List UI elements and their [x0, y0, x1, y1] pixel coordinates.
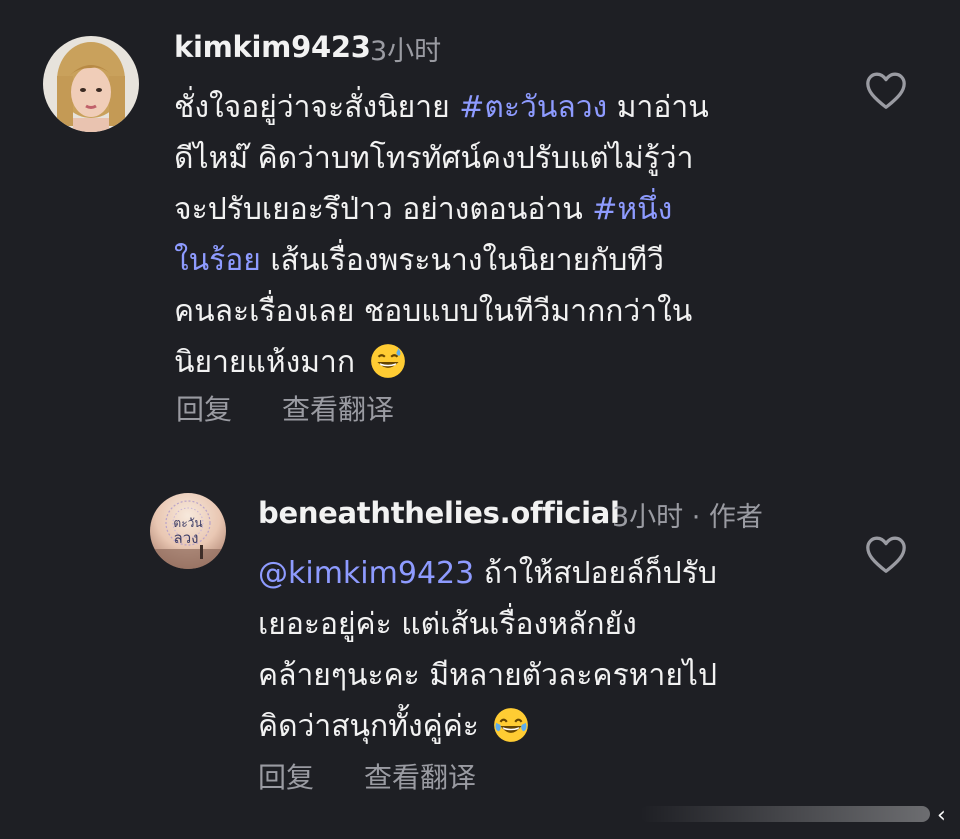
heart-outline-icon[interactable]: [864, 70, 908, 114]
hashtag-link[interactable]: #หนึ่ง: [592, 192, 672, 227]
comment-text-segment: ถ้าให้สปอยล์ก็ปรับ: [474, 556, 717, 591]
comment-line: ดีไหม๊ คิดว่าบทโทรทัศน์คงปรับแต่ไม่รู้ว่…: [174, 133, 709, 184]
comment-timestamp: 3小时 · 作者: [612, 502, 763, 533]
comment-text-segment: นิยายแห้งมาก: [174, 345, 365, 380]
comment-text-segment: คิดว่าสนุกทั้งคู่ค่ะ: [258, 709, 489, 744]
comment-username[interactable]: kimkim9423: [174, 30, 371, 64]
translate-button[interactable]: 查看翻译: [282, 388, 394, 428]
comment-line: นิยายแห้งมาก: [174, 337, 709, 388]
hashtag-link[interactable]: ในร้อย: [174, 243, 261, 278]
comment-line: ในร้อย เส้นเรื่องพระนางในนิยายกับทีวี: [174, 235, 709, 286]
comment-body: @kimkim9423 ถ้าให้สปอยล์ก็ปรับเยอะอยู่ค่…: [258, 548, 717, 752]
comment-username[interactable]: beneaththelies.official: [258, 496, 620, 530]
comment-text-segment: จะปรับเยอะรึป่าว อย่างตอนอ่าน: [174, 192, 593, 227]
mention-link[interactable]: @kimkim9423: [258, 556, 474, 591]
avatar-kimkim9423[interactable]: [43, 36, 139, 132]
sweat-smile-emoji: [369, 342, 407, 380]
heart-outline-icon[interactable]: [864, 534, 908, 578]
comment-line: @kimkim9423 ถ้าให้สปอยล์ก็ปรับ: [258, 548, 717, 599]
hashtag-link[interactable]: #ตะวันลวง: [459, 90, 607, 125]
comment-line: ชั่งใจอยู่ว่าจะสั่งนิยาย #ตะวันลวง มาอ่า…: [174, 82, 709, 133]
svg-text:ลวง: ลวง: [174, 529, 199, 547]
reply-button[interactable]: 回复: [258, 756, 314, 796]
comment-text-segment: มาอ่าน: [607, 90, 709, 125]
comment-text-segment: ชั่งใจอยู่ว่าจะสั่งนิยาย: [174, 90, 460, 125]
comment-text-segment: ดีไหม๊ คิดว่าบทโทรทัศน์คงปรับแต่ไม่รู้ว่…: [174, 141, 694, 176]
watermark-bar: [640, 800, 940, 830]
comment-body: ชั่งใจอยู่ว่าจะสั่งนิยาย #ตะวันลวง มาอ่า…: [174, 82, 709, 388]
comment-text-segment: เยอะอยู่ค่ะ แต่เส้นเรื่องหลักยัง: [258, 607, 637, 642]
comment-line: จะปรับเยอะรึป่าว อย่างตอนอ่าน #หนึ่ง: [174, 184, 709, 235]
reply-button[interactable]: 回复: [176, 388, 232, 428]
avatar-beneaththelies-official[interactable]: ตะวัน ลวง: [150, 493, 226, 569]
comment-text-segment: คล้ายๆนะคะ มีหลายตัวละครหายไป: [258, 658, 718, 693]
comment-text-segment: เส้นเรื่องพระนางในนิยายกับทีวี: [260, 243, 665, 278]
comment-line: คนละเรื่องเลย ชอบแบบในทีวีมากกว่าใน: [174, 286, 709, 337]
comment-line: คิดว่าสนุกทั้งคู่ค่ะ: [258, 701, 717, 752]
comment-line: เยอะอยู่ค่ะ แต่เส้นเรื่องหลักยัง: [258, 599, 717, 650]
comment-line: คล้ายๆนะคะ มีหลายตัวละครหายไป: [258, 650, 717, 701]
comment-timestamp: 3小时: [370, 36, 442, 67]
chevron-left-icon[interactable]: ‹: [937, 803, 946, 828]
comment-text-segment: คนละเรื่องเลย ชอบแบบในทีวีมากกว่าใน: [174, 294, 693, 329]
translate-button[interactable]: 查看翻译: [364, 756, 476, 796]
tears-of-joy-emoji: [492, 706, 530, 744]
svg-text:ตะวัน: ตะวัน: [173, 516, 202, 530]
